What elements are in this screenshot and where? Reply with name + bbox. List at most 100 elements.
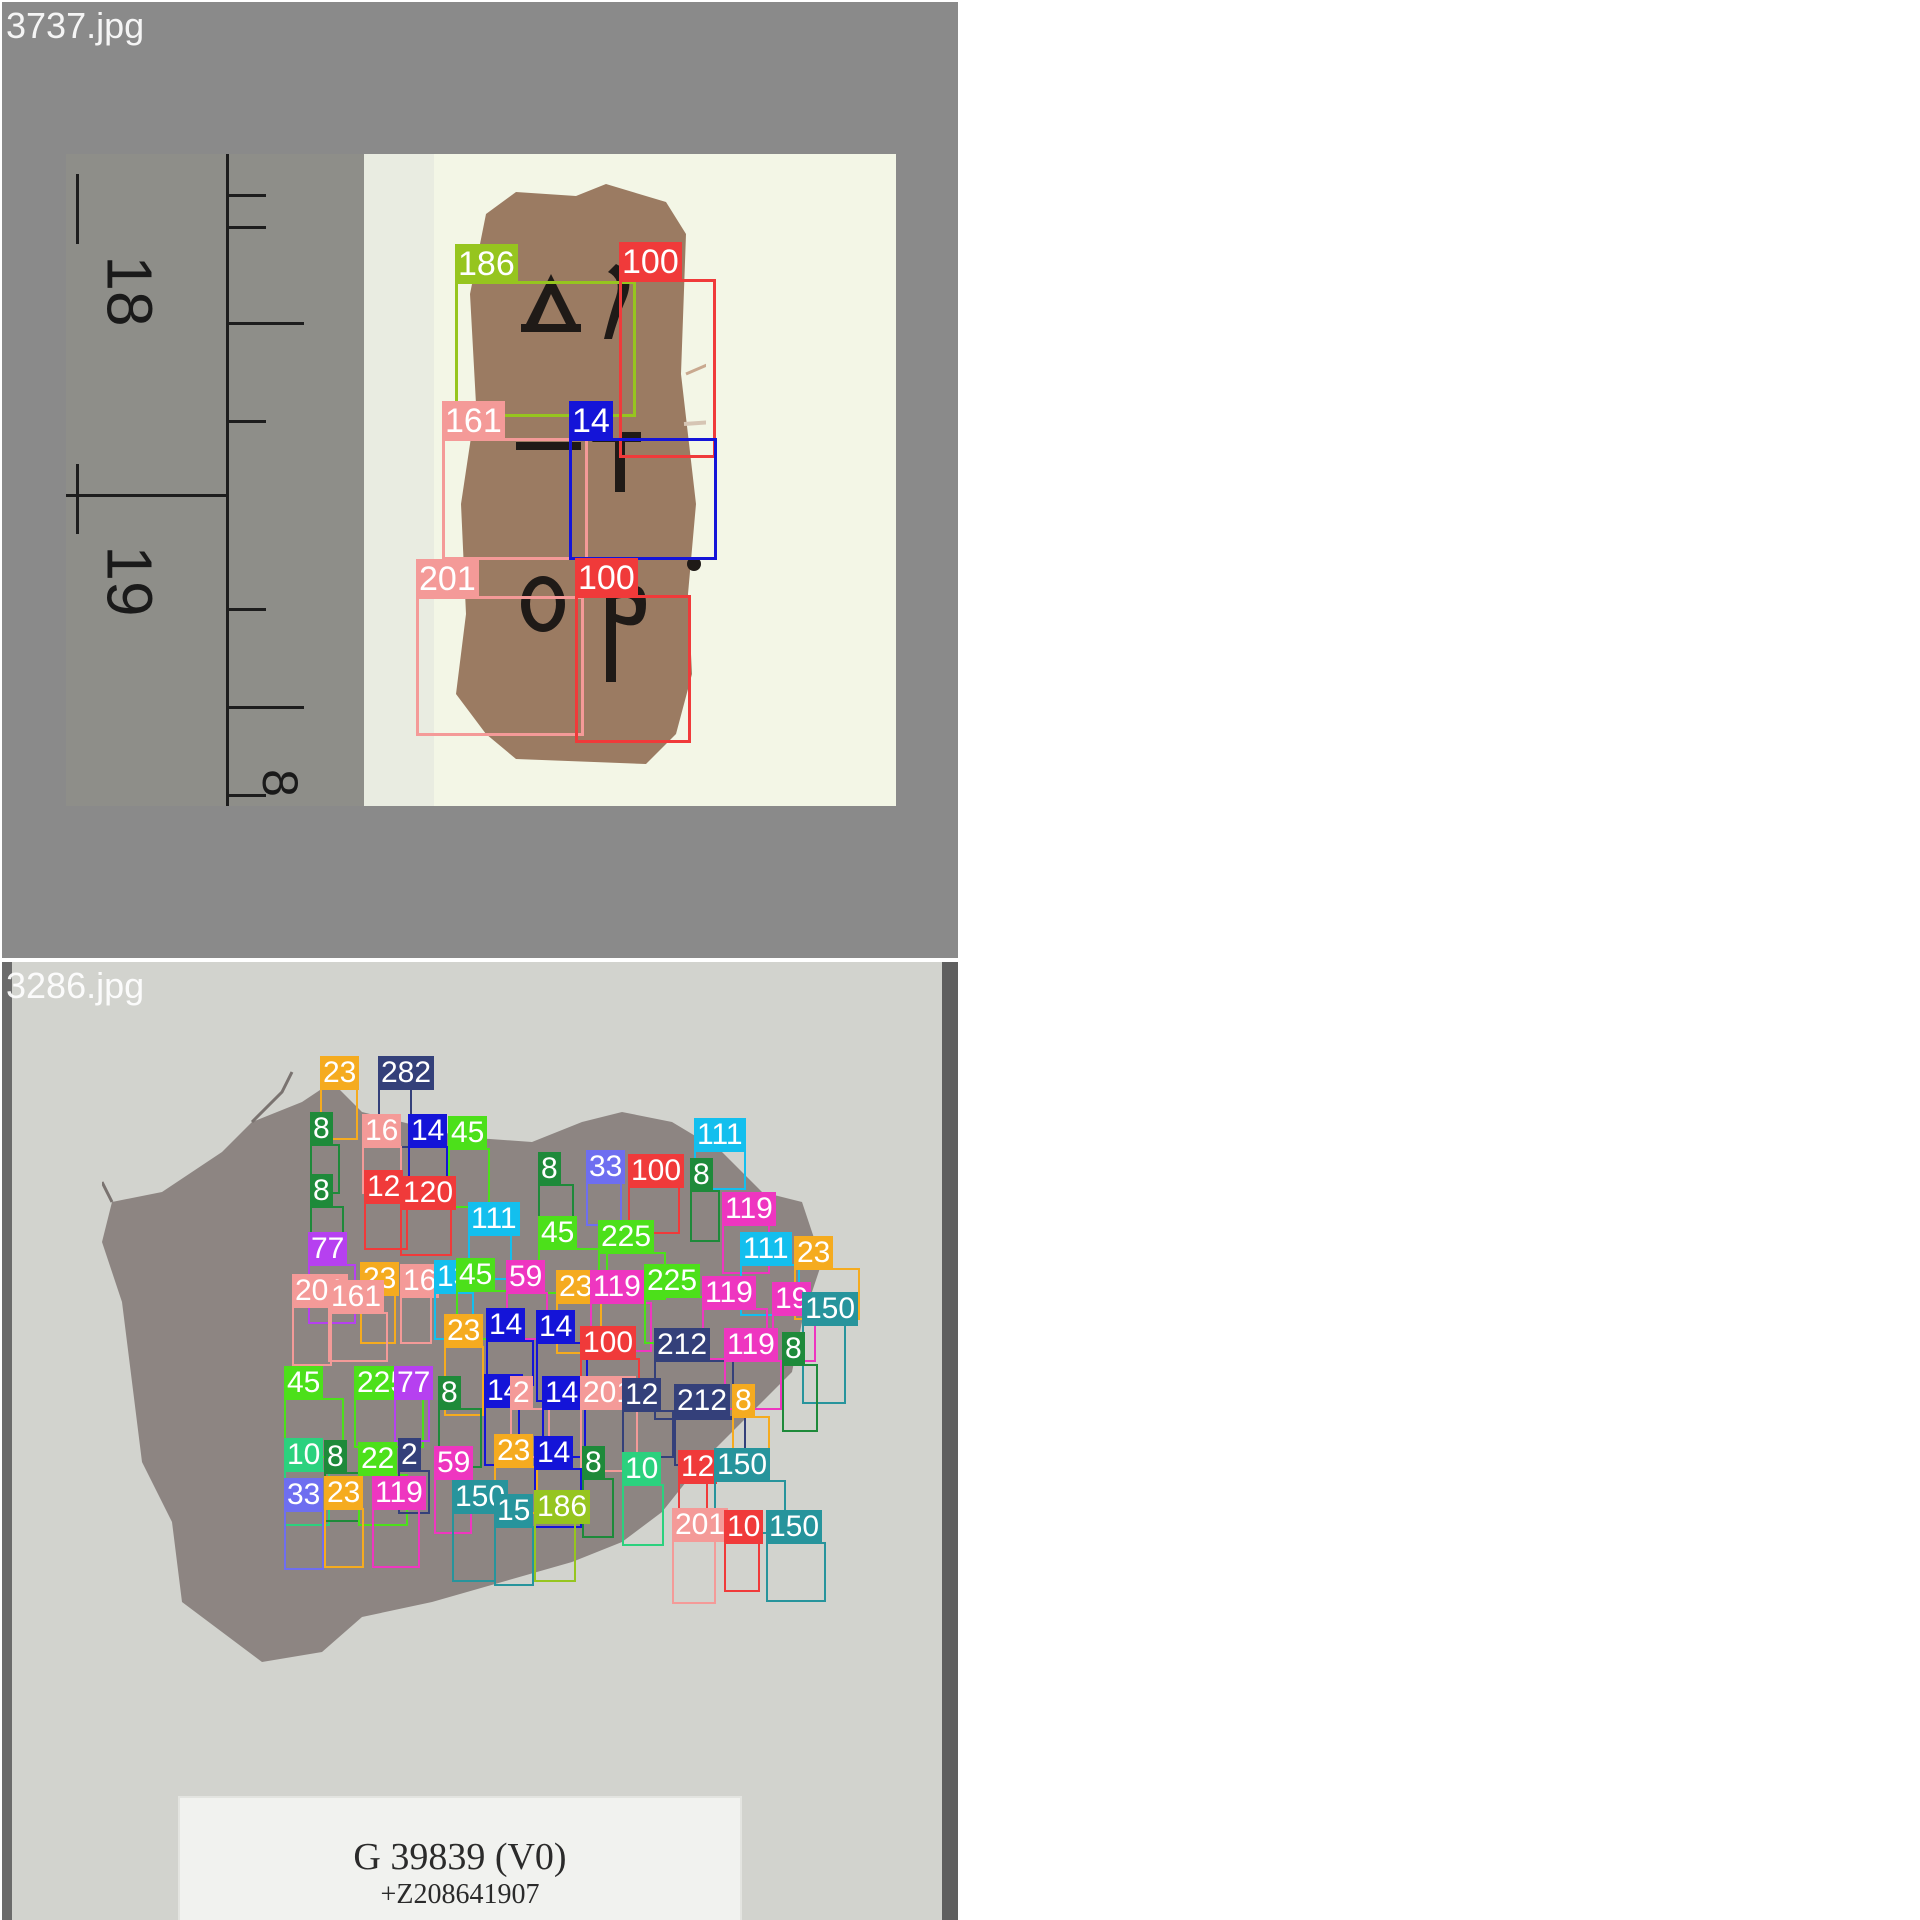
annotation-label: 14 — [486, 1308, 526, 1342]
annotation-label: 14 — [534, 1436, 574, 1470]
annotation-label: 100 — [580, 1326, 637, 1360]
annotation-label: 100 — [575, 558, 638, 598]
annotation-label: 45 — [284, 1366, 324, 1400]
annotation-label: 119 — [372, 1476, 426, 1510]
annotation-label: 100 — [619, 242, 682, 282]
annotation-label: 225 — [644, 1264, 701, 1298]
annotation-label: 8 — [582, 1446, 605, 1480]
annotation-label: 77 — [394, 1366, 434, 1400]
annotation-label: 77 — [308, 1232, 348, 1266]
annotation-label: 161 — [328, 1280, 385, 1314]
catalog-id: +Z208641907 — [380, 1879, 540, 1910]
annotation-box: 15 — [494, 1494, 534, 1586]
catalog-number: G 39839 (V0) — [353, 1836, 567, 1878]
image-panel-top: 18 19 8 3737.jpg 186 100 161 14 201 100 — [2, 2, 958, 958]
scan-edge — [2, 962, 12, 1920]
annotation-label: 8 — [732, 1384, 755, 1418]
annotation-label: 23 — [494, 1434, 534, 1468]
annotation-label: 120 — [400, 1176, 457, 1210]
annotation-label: 15 — [494, 1494, 534, 1528]
ruler: 18 19 8 — [66, 154, 364, 806]
ruler-tick — [226, 226, 266, 229]
annotation-label: 212 — [674, 1384, 731, 1418]
ruler-number: 19 — [93, 545, 166, 617]
annotation-label: 45 — [456, 1258, 496, 1292]
annotation-label: 23 — [794, 1236, 834, 1270]
annotation-label: 8 — [310, 1112, 333, 1146]
annotation-label: 150 — [714, 1448, 771, 1482]
annotation-label: 282 — [378, 1056, 435, 1090]
annotation-box: 10 — [724, 1510, 764, 1592]
ruler-tick — [226, 420, 266, 423]
image-panel-bottom: G 39839 (V0) +Z208641907 3286.jpg 23 282 8… — [2, 962, 958, 1920]
annotation-label: 8 — [438, 1376, 461, 1410]
annotation-label: 111 — [694, 1118, 746, 1152]
ruler-tick — [226, 322, 304, 325]
annotation-label: 14 — [536, 1310, 576, 1344]
ruler-tick — [226, 608, 266, 611]
annotation-box: 161 — [442, 401, 588, 560]
annotation-label: 111 — [740, 1232, 792, 1266]
annotation-label: 59 — [434, 1446, 474, 1480]
annotation-label: 8 — [324, 1440, 347, 1474]
annotation-box: 8 — [690, 1158, 720, 1242]
annotation-label: 16 — [362, 1114, 402, 1148]
annotation-box: 33 — [284, 1478, 324, 1570]
annotation-label: 8 — [782, 1332, 805, 1366]
annotation-label: 14 — [569, 401, 613, 441]
annotation-box: 14 — [569, 401, 717, 560]
annotation-box: 150 — [766, 1510, 826, 1602]
annotation-label: 59 — [506, 1260, 546, 1294]
annotation-label: 201 — [672, 1508, 729, 1542]
annotation-label: 150 — [802, 1292, 859, 1326]
annotation-label: 186 — [534, 1490, 591, 1524]
annotation-label: 14 — [542, 1376, 582, 1410]
ruler-tick — [76, 174, 79, 244]
annotation-label: 161 — [442, 401, 505, 441]
image-filename: 3286.jpg — [6, 965, 145, 1006]
annotation-box: 120 — [400, 1176, 457, 1256]
annotation-label: 212 — [654, 1328, 711, 1362]
annotation-label: 23 — [324, 1476, 364, 1510]
annotation-label: 33 — [284, 1478, 324, 1512]
annotation-box: 23 — [324, 1476, 364, 1568]
annotation-label: 45 — [538, 1216, 578, 1250]
annotation-box: 201 — [292, 1274, 349, 1366]
annotation-label: 186 — [455, 244, 518, 284]
annotation-label: 45 — [448, 1116, 488, 1150]
annotation-label: 8 — [690, 1158, 713, 1192]
annotation-box: 10 — [622, 1452, 664, 1546]
annotation-label: 8 — [310, 1174, 333, 1208]
scan-edge — [942, 962, 958, 1920]
annotation-label: 14 — [408, 1114, 448, 1148]
annotation-label: 119 — [702, 1276, 756, 1310]
annotation-box: 12 — [622, 1378, 674, 1458]
annotation-label: 12 — [364, 1170, 404, 1204]
annotation-label: 10 — [284, 1438, 324, 1472]
annotation-box: 100 — [619, 242, 716, 458]
annotation-label: 100 — [628, 1154, 685, 1188]
annotation-label: 201 — [416, 559, 479, 599]
annotation-label: 10 — [622, 1452, 662, 1486]
annotation-box: 201 — [672, 1508, 729, 1604]
ruler-tick — [226, 706, 304, 709]
annotation-box: 150 — [452, 1480, 509, 1582]
catalog-card: G 39839 (V0) +Z208641907 — [178, 1796, 742, 1920]
annotation-label: 12 — [622, 1378, 662, 1412]
annotation-box: 16 — [400, 1264, 440, 1344]
annotation-label: 22 — [358, 1442, 398, 1476]
annotation-label: 150 — [766, 1510, 823, 1544]
annotation-label: 23 — [444, 1314, 484, 1348]
annotation-box: 186 — [455, 244, 636, 417]
annotation-label: 8 — [538, 1152, 561, 1186]
annotation-box: 201 — [416, 559, 584, 736]
ruler-number: 18 — [93, 255, 166, 327]
annotation-label: 10 — [724, 1510, 764, 1544]
annotation-box: 161 — [328, 1280, 388, 1362]
annotation-label: 119 — [590, 1270, 644, 1304]
annotation-label: 111 — [468, 1202, 520, 1236]
annotation-label: 23 — [320, 1056, 360, 1090]
annotation-label: 12 — [678, 1450, 718, 1484]
annotation-label: 2 — [398, 1438, 421, 1472]
annotation-box: 8 — [782, 1332, 818, 1432]
